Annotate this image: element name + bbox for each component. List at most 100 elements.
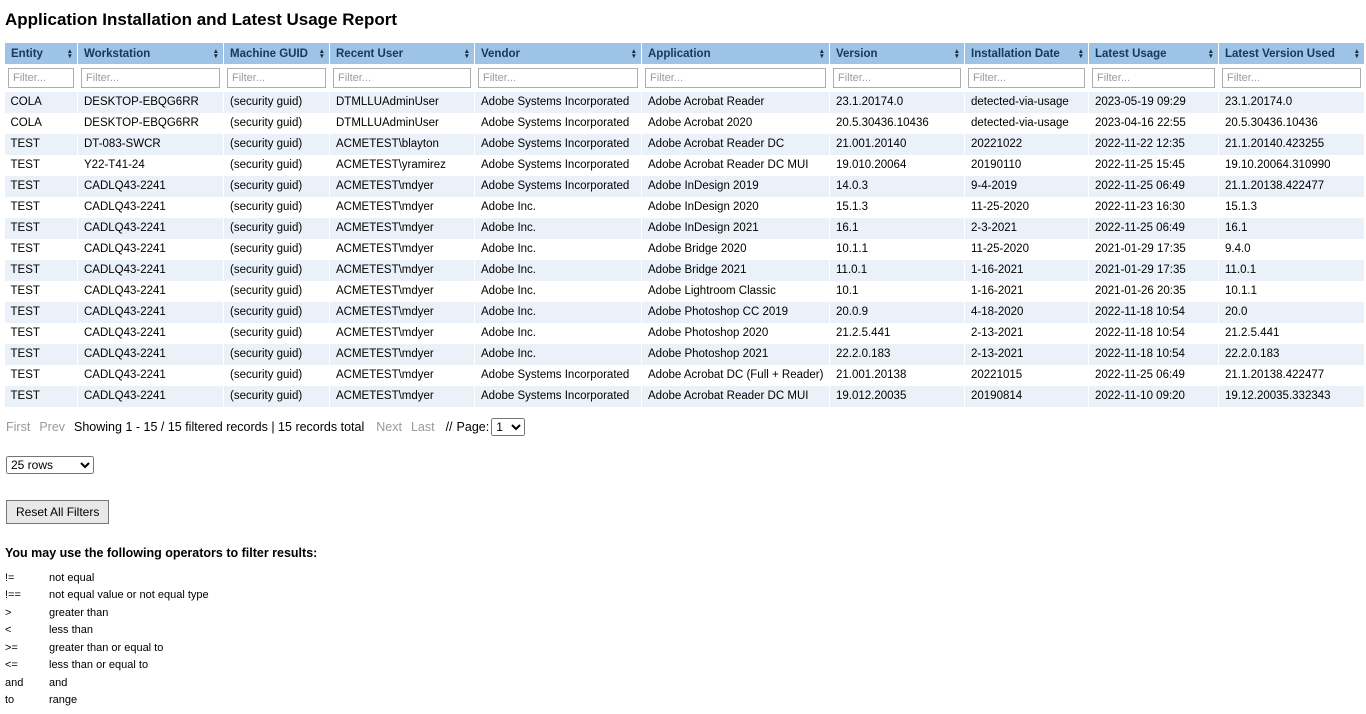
- last-page-link[interactable]: Last: [411, 420, 435, 434]
- cell: (security guid): [224, 323, 330, 344]
- cell: 10.1.1: [830, 239, 965, 260]
- sort-icon[interactable]: ▲▼: [954, 49, 960, 59]
- column-label: Installation Date: [971, 48, 1060, 60]
- cell: ACMETEST\mdyer: [330, 365, 475, 386]
- cell: CADLQ43-2241: [78, 323, 224, 344]
- filter-input-application[interactable]: [645, 68, 826, 88]
- cell: TEST: [5, 197, 78, 218]
- sort-icon[interactable]: ▲▼: [464, 49, 470, 59]
- operator-row: !==not equal value or not equal type: [5, 587, 1362, 605]
- cell: Adobe Bridge 2020: [642, 239, 830, 260]
- sort-icon[interactable]: ▲▼: [819, 49, 825, 59]
- prev-page-link[interactable]: Prev: [39, 420, 65, 434]
- cell: CADLQ43-2241: [78, 239, 224, 260]
- rows-per-page-select[interactable]: 25 rows: [6, 456, 94, 474]
- filter-input-latest-usage[interactable]: [1092, 68, 1215, 88]
- table-row: TESTCADLQ43-2241(security guid)ACMETEST\…: [5, 281, 1365, 302]
- column-header-version[interactable]: Version▲▼: [830, 43, 965, 65]
- cell: (security guid): [224, 197, 330, 218]
- cell: Adobe Systems Incorporated: [475, 92, 642, 113]
- operator-row: !=not equal: [5, 570, 1362, 588]
- cell: 11-25-2020: [965, 197, 1089, 218]
- cell: ACMETEST\mdyer: [330, 218, 475, 239]
- cell: Adobe Bridge 2021: [642, 260, 830, 281]
- cell: 20.0: [1219, 302, 1365, 323]
- cell: Adobe Inc.: [475, 344, 642, 365]
- column-header-entity[interactable]: Entity▲▼: [5, 43, 78, 65]
- cell: TEST: [5, 239, 78, 260]
- cell: Adobe Acrobat 2020: [642, 113, 830, 134]
- column-header-latest-usage[interactable]: Latest Usage▲▼: [1089, 43, 1219, 65]
- operator-row: <less than: [5, 622, 1362, 640]
- cell: 16.1: [1219, 218, 1365, 239]
- cell: Adobe Photoshop CC 2019: [642, 302, 830, 323]
- filter-input-recent-user[interactable]: [333, 68, 471, 88]
- filter-input-latest-version-used[interactable]: [1222, 68, 1361, 88]
- column-header-vendor[interactable]: Vendor▲▼: [475, 43, 642, 65]
- first-page-link[interactable]: First: [6, 420, 30, 434]
- column-header-latest-version-used[interactable]: Latest Version Used▲▼: [1219, 43, 1365, 65]
- reset-all-filters-button[interactable]: Reset All Filters: [6, 500, 109, 524]
- cell: 2022-11-25 15:45: [1089, 155, 1219, 176]
- sort-icon[interactable]: ▲▼: [67, 49, 73, 59]
- sort-icon[interactable]: ▲▼: [631, 49, 637, 59]
- cell: TEST: [5, 155, 78, 176]
- sort-icon[interactable]: ▲▼: [1078, 49, 1084, 59]
- filter-cell: [224, 65, 330, 92]
- sort-icon[interactable]: ▲▼: [213, 49, 219, 59]
- cell: Adobe Systems Incorporated: [475, 176, 642, 197]
- pagination-bar: First Prev Showing 1 - 15 / 15 filtered …: [6, 418, 1362, 436]
- cell: ACMETEST\blayton: [330, 134, 475, 155]
- cell: 9-4-2019: [965, 176, 1089, 197]
- cell: (security guid): [224, 155, 330, 176]
- filter-input-version[interactable]: [833, 68, 961, 88]
- sort-icon[interactable]: ▲▼: [1354, 49, 1360, 59]
- filter-cell: [642, 65, 830, 92]
- column-header-machine-guid[interactable]: Machine GUID▲▼: [224, 43, 330, 65]
- filter-input-workstation[interactable]: [81, 68, 220, 88]
- cell: 2022-11-25 06:49: [1089, 365, 1219, 386]
- cell: CADLQ43-2241: [78, 344, 224, 365]
- column-header-workstation[interactable]: Workstation ▲▼: [78, 43, 224, 65]
- table-row: TESTCADLQ43-2241(security guid)ACMETEST\…: [5, 344, 1365, 365]
- sort-icon[interactable]: ▲▼: [1208, 49, 1214, 59]
- cell: 2022-11-25 06:49: [1089, 176, 1219, 197]
- filter-cell: [1219, 65, 1365, 92]
- cell: Adobe Systems Incorporated: [475, 113, 642, 134]
- sort-icon[interactable]: ▲▼: [319, 49, 325, 59]
- next-page-link[interactable]: Next: [376, 420, 402, 434]
- cell: 21.1.20138.422477: [1219, 176, 1365, 197]
- page-select-label: Page:: [457, 420, 490, 434]
- cell: Adobe Systems Incorporated: [475, 134, 642, 155]
- table-row: TESTCADLQ43-2241(security guid)ACMETEST\…: [5, 365, 1365, 386]
- column-label: Workstation: [84, 48, 150, 60]
- column-header-application[interactable]: Application▲▼: [642, 43, 830, 65]
- filter-input-installation-date[interactable]: [968, 68, 1085, 88]
- column-header-installation-date[interactable]: Installation Date ▲▼: [965, 43, 1089, 65]
- cell: ACMETEST\mdyer: [330, 386, 475, 407]
- cell: ACMETEST\mdyer: [330, 197, 475, 218]
- filter-input-machine-guid[interactable]: [227, 68, 326, 88]
- cell: Adobe Acrobat Reader: [642, 92, 830, 113]
- cell: Adobe Inc.: [475, 260, 642, 281]
- operator-description: less than or equal to: [49, 657, 1362, 675]
- cell: 2022-11-23 16:30: [1089, 197, 1219, 218]
- operator-symbol: <: [5, 622, 49, 640]
- cell: Adobe Acrobat Reader DC MUI: [642, 386, 830, 407]
- page-select[interactable]: 1: [491, 418, 525, 436]
- column-header-recent-user[interactable]: Recent User▲▼: [330, 43, 475, 65]
- cell: 1-16-2021: [965, 260, 1089, 281]
- cell: TEST: [5, 218, 78, 239]
- cell: Adobe InDesign 2021: [642, 218, 830, 239]
- cell: 21.001.20140: [830, 134, 965, 155]
- cell: 2021-01-29 17:35: [1089, 239, 1219, 260]
- filter-input-entity[interactable]: [8, 68, 74, 88]
- cell: Adobe InDesign 2020: [642, 197, 830, 218]
- filter-input-vendor[interactable]: [478, 68, 638, 88]
- cell: Adobe Systems Incorporated: [475, 155, 642, 176]
- cell: DESKTOP-EBQG6RR: [78, 113, 224, 134]
- operator-row: >greater than: [5, 605, 1362, 623]
- cell: ACMETEST\mdyer: [330, 323, 475, 344]
- table-row: TESTCADLQ43-2241(security guid)ACMETEST\…: [5, 176, 1365, 197]
- table-row: TESTCADLQ43-2241(security guid)ACMETEST\…: [5, 323, 1365, 344]
